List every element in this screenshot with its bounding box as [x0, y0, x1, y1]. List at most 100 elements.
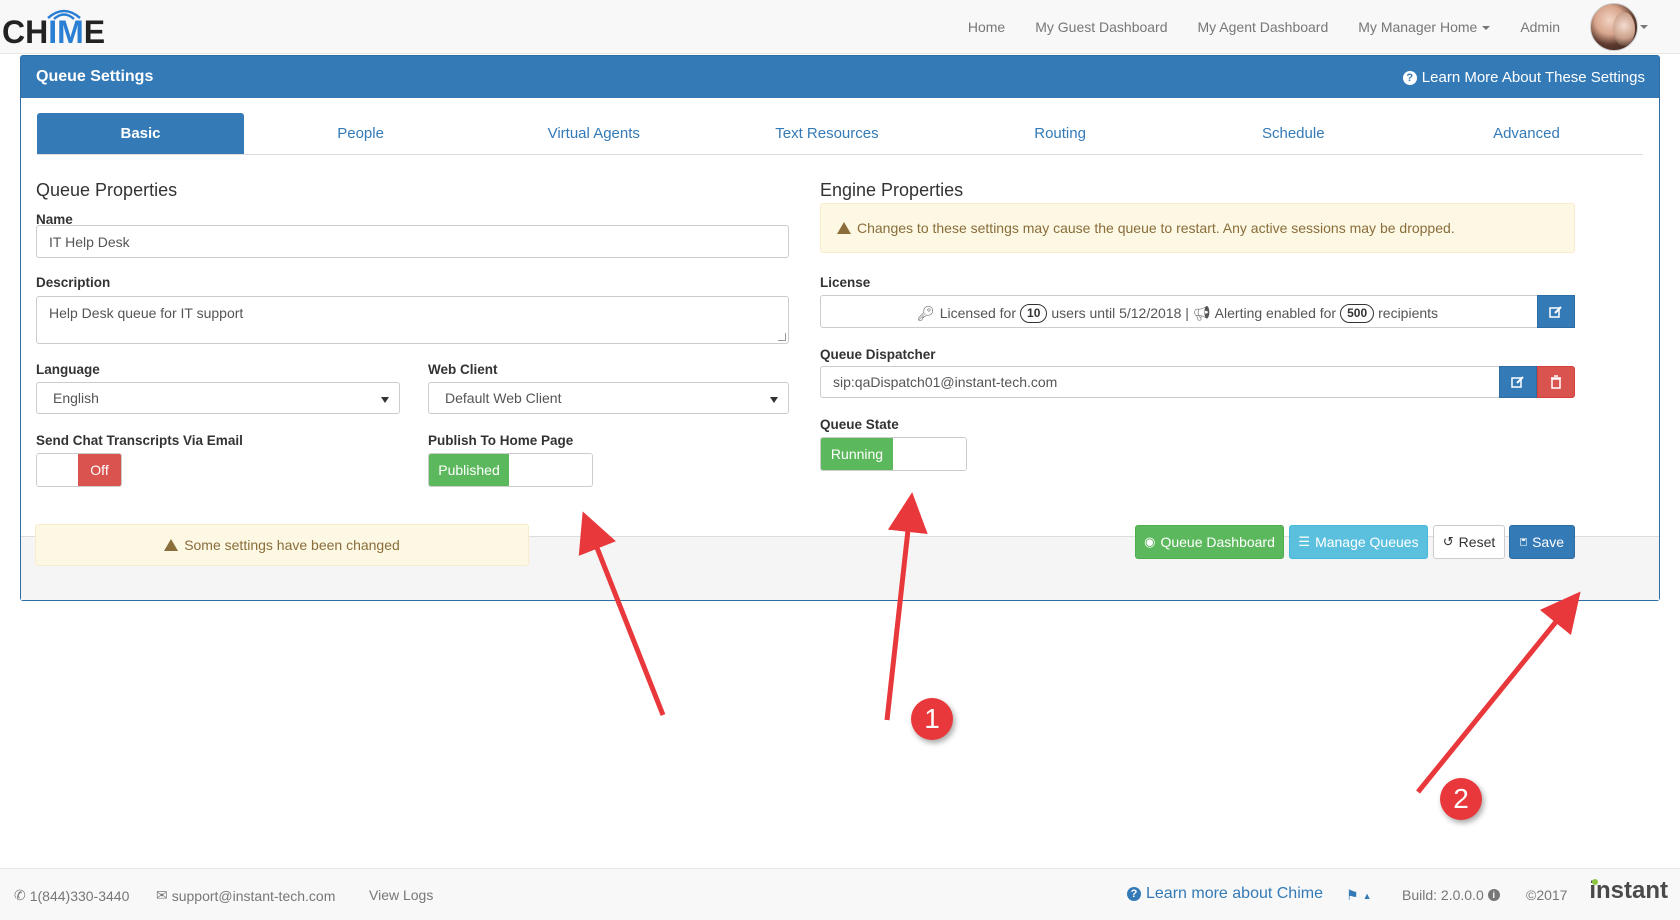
license-recipient-count: 500	[1340, 303, 1375, 323]
learn-more-chime-link[interactable]: ? Learn more about Chime	[1127, 885, 1323, 903]
view-logs-link[interactable]: View Logs	[369, 887, 433, 903]
language-select[interactable]: English	[36, 382, 400, 414]
toggle-state-published: Published	[429, 454, 510, 486]
top-navbar: CHIME Home My Guest Dashboard My Agent D…	[0, 0, 1680, 54]
chime-logo[interactable]: CHIME	[2, 6, 106, 50]
bullhorn-icon: 📢︎	[1192, 304, 1211, 321]
queue-dashboard-button[interactable]: ◉ Queue Dashboard	[1135, 525, 1284, 559]
transcripts-toggle[interactable]: Off	[36, 453, 122, 487]
settings-changed-text: Some settings have been changed	[184, 537, 400, 553]
tab-virtual-agents[interactable]: Virtual Agents	[477, 113, 710, 154]
tab-advanced[interactable]: Advanced	[1410, 113, 1643, 154]
instant-wordmark: instant	[1589, 877, 1668, 904]
nav-guest-dashboard[interactable]: My Guest Dashboard	[1035, 19, 1167, 35]
key-icon: 🔑︎	[916, 304, 935, 321]
language-label: Language	[36, 362, 100, 377]
toggle-state-running: Running	[821, 438, 893, 470]
license-summary: 🔑︎ Licensed for 10 users until 5/12/2018…	[821, 296, 1534, 330]
instant-logo: instant	[1589, 877, 1668, 905]
nav-home[interactable]: Home	[968, 19, 1005, 35]
envelope-icon: ✉	[156, 887, 168, 903]
transcripts-label: Send Chat Transcripts Via Email	[36, 433, 243, 448]
dispatcher-input[interactable]: sip:qaDispatch01@instant-tech.com	[820, 366, 1500, 398]
manage-queues-button[interactable]: ☰ Manage Queues	[1289, 525, 1428, 559]
support-phone: ✆ 1(844)330-3440	[14, 887, 129, 904]
panel-heading: Queue Settings ? Learn More About These …	[21, 56, 1659, 98]
restart-warning: Changes to these settings may cause the …	[820, 203, 1575, 253]
queue-state-label: Queue State	[820, 417, 899, 432]
support-phone-text: 1(844)330-3440	[29, 887, 130, 904]
license-alerting: Alerting enabled for	[1214, 305, 1337, 321]
web-client-select[interactable]: Default Web Client	[428, 382, 789, 414]
question-circle-icon: ?	[1127, 887, 1141, 901]
license-field: 🔑︎ Licensed for 10 users until 5/12/2018…	[820, 295, 1575, 328]
save-button[interactable]: Save	[1509, 525, 1575, 559]
tab-basic[interactable]: Basic	[37, 113, 244, 154]
settings-tabs: Basic People Virtual Agents Text Resourc…	[37, 113, 1643, 155]
language-flag-dropdown[interactable]: ⚑ ▲	[1346, 887, 1371, 904]
edit-icon	[1549, 305, 1562, 318]
restart-warning-text: Changes to these settings may cause the …	[857, 220, 1455, 236]
warning-icon	[837, 222, 851, 234]
trash-icon	[1551, 375, 1561, 389]
web-client-selected-value: Default Web Client	[445, 390, 562, 406]
name-input[interactable]: IT Help Desk	[36, 225, 789, 258]
toggle-handle	[893, 438, 966, 470]
phone-icon: ✆	[14, 887, 26, 903]
reset-button[interactable]: ↺ Reset	[1433, 525, 1505, 559]
settings-changed-notice: Some settings have been changed	[35, 524, 529, 566]
annotation-marker-1: 1	[911, 698, 953, 740]
page-footer: ✆ 1(844)330-3440 ✉ support@instant-tech.…	[0, 868, 1680, 920]
tab-text-resources[interactable]: Text Resources	[710, 113, 943, 154]
dispatcher-label: Queue Dispatcher	[820, 347, 936, 362]
toggle-state-off: Off	[78, 454, 121, 486]
description-text: Help Desk queue for IT support	[49, 305, 244, 321]
caret-down-icon	[770, 397, 778, 403]
chevron-down-icon[interactable]	[1640, 25, 1648, 29]
question-circle-icon: ?	[1402, 70, 1417, 85]
flag-icon: ⚑	[1346, 887, 1359, 903]
queue-dashboard-label: Queue Dashboard	[1160, 534, 1275, 550]
tab-routing[interactable]: Routing	[944, 113, 1177, 154]
undo-icon: ↺	[1442, 534, 1454, 549]
manage-queues-label: Manage Queues	[1315, 534, 1419, 550]
publish-toggle[interactable]: Published	[428, 453, 593, 487]
toggle-handle	[509, 454, 592, 486]
description-label: Description	[36, 275, 111, 290]
license-expiry: users until 5/12/2018 |	[1051, 305, 1189, 321]
learn-more-settings-label: Learn More About These Settings	[1421, 69, 1645, 86]
list-icon: ☰	[1298, 534, 1311, 549]
support-email-text: support@instant-tech.com	[171, 887, 336, 904]
caret-down-icon	[381, 397, 389, 403]
support-email[interactable]: ✉ support@instant-tech.com	[156, 887, 335, 904]
learn-more-chime-label: Learn more about Chime	[1146, 885, 1323, 902]
delete-dispatcher-button[interactable]	[1537, 366, 1575, 398]
queue-state-toggle[interactable]: Running	[820, 437, 967, 471]
license-prefix: Licensed for	[939, 305, 1017, 321]
build-text: Build: 2.0.0.0	[1402, 887, 1484, 903]
description-textarea[interactable]: Help Desk queue for IT support	[36, 296, 789, 344]
language-selected-value: English	[53, 390, 99, 406]
annotation-arrow-save	[1416, 591, 1581, 794]
tab-schedule[interactable]: Schedule	[1177, 113, 1410, 154]
avatar[interactable]	[1590, 3, 1638, 51]
nav-admin[interactable]: Admin	[1520, 19, 1560, 35]
tab-people[interactable]: People	[244, 113, 477, 154]
license-label: License	[820, 275, 871, 290]
build-info: Build: 2.0.0.0 i	[1402, 887, 1505, 903]
nav-agent-dashboard[interactable]: My Agent Dashboard	[1198, 19, 1329, 35]
copyright: ©2017	[1526, 887, 1568, 903]
nav-links: Home My Guest Dashboard My Agent Dashboa…	[938, 0, 1560, 54]
info-circle-icon[interactable]: i	[1487, 889, 1500, 901]
learn-more-settings-link[interactable]: ? Learn More About These Settings	[1402, 69, 1645, 86]
resize-grip-icon[interactable]	[778, 333, 786, 341]
edit-dispatcher-button[interactable]	[1499, 366, 1537, 398]
warning-icon	[164, 539, 179, 551]
web-client-label: Web Client	[428, 362, 498, 377]
edit-license-button[interactable]	[1537, 295, 1575, 328]
nav-manager-home[interactable]: My Manager Home	[1358, 19, 1491, 35]
publish-label: Publish To Home Page	[428, 433, 574, 448]
engine-properties-heading: Engine Properties	[820, 180, 964, 200]
license-user-count: 10	[1020, 303, 1048, 323]
floppy-disk-icon	[1520, 538, 1528, 546]
